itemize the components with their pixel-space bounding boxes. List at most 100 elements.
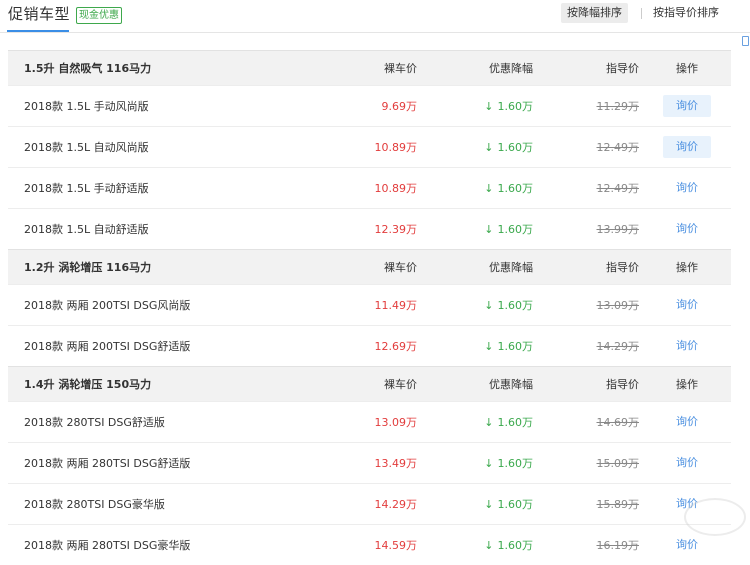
model-name: 2018款 两厢 200TSI DSG风尚版 <box>24 299 191 312</box>
guide-price: 16.19万 <box>596 539 640 552</box>
arrow-down-icon: ↓ <box>484 99 494 113</box>
inquiry-button[interactable]: 询价 <box>663 95 711 117</box>
inquiry-button[interactable]: 询价 <box>663 452 711 474</box>
page-title: 促销车型 <box>8 5 71 23</box>
sort-by-guide-price-button[interactable]: 按指导价排序 <box>647 3 725 23</box>
arrow-down-icon: ↓ <box>484 140 494 154</box>
discount-value: 1.60万 <box>497 539 534 552</box>
discount-amount: ↓ 1.60万 <box>484 402 533 442</box>
arrow-down-icon: ↓ <box>484 456 494 470</box>
bare-price: 13.09万 <box>374 416 418 429</box>
table-row: 2018款 1.5L 自动舒适版 12.39万 ↓ 1.60万 13.99万 询价 <box>8 208 731 249</box>
col-price-header: 裸车价 <box>384 378 417 391</box>
group-name: 1.4升 涡轮增压 150马力 <box>24 378 152 391</box>
table-row: 2018款 280TSI DSG舒适版 13.09万 ↓ 1.60万 14.69万 询价 <box>8 401 731 442</box>
col-action-header: 操作 <box>676 378 698 391</box>
table-row: 2018款 1.5L 自动风尚版 10.89万 ↓ 1.60万 12.49万 询价 <box>8 126 731 167</box>
bare-price: 12.39万 <box>374 223 418 236</box>
col-action-header: 操作 <box>676 261 698 274</box>
discount-amount: ↓ 1.60万 <box>484 168 533 208</box>
bare-price: 12.69万 <box>374 340 418 353</box>
group-header: 1.2升 涡轮增压 116马力 裸车价 优惠降幅 指导价 操作 <box>8 249 731 284</box>
guide-price: 12.49万 <box>596 182 640 195</box>
arrow-down-icon: ↓ <box>484 339 494 353</box>
col-guide-header: 指导价 <box>606 378 639 391</box>
model-name: 2018款 280TSI DSG舒适版 <box>24 416 165 429</box>
action-cell: 询价 <box>661 285 713 325</box>
arrow-down-icon: ↓ <box>484 415 494 429</box>
arrow-down-icon: ↓ <box>484 222 494 236</box>
col-price-header: 裸车价 <box>384 261 417 274</box>
model-name: 2018款 两厢 280TSI DSG舒适版 <box>24 457 191 470</box>
discount-amount: ↓ 1.60万 <box>484 127 533 167</box>
col-guide-header: 指导价 <box>606 261 639 274</box>
model-name: 2018款 280TSI DSG豪华版 <box>24 498 165 511</box>
inquiry-button[interactable]: 询价 <box>663 294 711 316</box>
action-cell: 询价 <box>661 402 713 442</box>
bare-price: 9.69万 <box>381 100 418 113</box>
inquiry-button[interactable]: 询价 <box>663 136 711 158</box>
inquiry-button[interactable]: 询价 <box>663 335 711 357</box>
table-row: 2018款 两厢 280TSI DSG豪华版 14.59万 ↓ 1.60万 16.19万… <box>8 524 731 565</box>
arrow-down-icon: ↓ <box>484 298 494 312</box>
action-cell: 询价 <box>661 209 713 249</box>
section-header: 促销车型 现金优惠 按降幅排序 按指导价排序 <box>0 0 750 33</box>
group-header: 1.5升 自然吸气 116马力 裸车价 优惠降幅 指导价 操作 <box>8 50 731 85</box>
col-discount-header: 优惠降幅 <box>489 62 533 75</box>
table-row: 2018款 1.5L 手动舒适版 10.89万 ↓ 1.60万 12.49万 询价 <box>8 167 731 208</box>
table-row: 2018款 两厢 200TSI DSG舒适版 12.69万 ↓ 1.60万 14.29万… <box>8 325 731 366</box>
bare-price: 14.59万 <box>374 539 418 552</box>
bare-price: 10.89万 <box>374 141 418 154</box>
promo-model-table: 1.5升 自然吸气 116马力 裸车价 优惠降幅 指导价 操作 2018款 1.5L 手动… <box>8 50 731 565</box>
bare-price: 11.49万 <box>374 299 418 312</box>
col-discount-header: 优惠降幅 <box>489 378 533 391</box>
discount-amount: ↓ 1.60万 <box>484 484 533 524</box>
col-price-header: 裸车价 <box>384 62 417 75</box>
discount-value: 1.60万 <box>497 299 534 312</box>
inquiry-button[interactable]: 询价 <box>663 534 711 556</box>
group-name: 1.5升 自然吸气 116马力 <box>24 62 152 75</box>
discount-amount: ↓ 1.60万 <box>484 209 533 249</box>
table-row: 2018款 280TSI DSG豪华版 14.29万 ↓ 1.60万 15.89万 询价 <box>8 483 731 524</box>
scrollbar-handle[interactable] <box>742 36 749 46</box>
table-row: 2018款 两厢 200TSI DSG风尚版 11.49万 ↓ 1.60万 13.09万… <box>8 284 731 325</box>
action-cell: 询价 <box>661 86 713 126</box>
inquiry-button[interactable]: 询价 <box>663 411 711 433</box>
guide-price: 15.89万 <box>596 498 640 511</box>
discount-value: 1.60万 <box>497 416 534 429</box>
discount-value: 1.60万 <box>497 498 534 511</box>
inquiry-button[interactable]: 询价 <box>663 177 711 199</box>
col-guide-header: 指导价 <box>606 62 639 75</box>
arrow-down-icon: ↓ <box>484 181 494 195</box>
guide-price: 11.29万 <box>596 100 640 113</box>
action-cell: 询价 <box>661 443 713 483</box>
table-row: 2018款 1.5L 手动风尚版 9.69万 ↓ 1.60万 11.29万 询价 <box>8 85 731 126</box>
guide-price: 14.69万 <box>596 416 640 429</box>
arrow-down-icon: ↓ <box>484 538 494 552</box>
guide-price: 15.09万 <box>596 457 640 470</box>
table-row: 2018款 两厢 280TSI DSG舒适版 13.49万 ↓ 1.60万 15.09万… <box>8 442 731 483</box>
discount-value: 1.60万 <box>497 457 534 470</box>
model-name: 2018款 两厢 200TSI DSG舒适版 <box>24 340 191 353</box>
watermark-logo <box>684 498 746 536</box>
bare-price: 10.89万 <box>374 182 418 195</box>
arrow-down-icon: ↓ <box>484 497 494 511</box>
discount-amount: ↓ 1.60万 <box>484 86 533 126</box>
guide-price: 13.09万 <box>596 299 640 312</box>
discount-value: 1.60万 <box>497 141 534 154</box>
discount-amount: ↓ 1.60万 <box>484 285 533 325</box>
col-action-header: 操作 <box>676 62 698 75</box>
discount-amount: ↓ 1.60万 <box>484 443 533 483</box>
model-name: 2018款 1.5L 自动舒适版 <box>24 223 149 236</box>
guide-price: 13.99万 <box>596 223 640 236</box>
model-name: 2018款 1.5L 手动舒适版 <box>24 182 149 195</box>
cash-discount-badge: 现金优惠 <box>76 7 122 24</box>
sort-by-discount-button[interactable]: 按降幅排序 <box>561 3 628 23</box>
bare-price: 13.49万 <box>374 457 418 470</box>
guide-price: 12.49万 <box>596 141 640 154</box>
action-cell: 询价 <box>661 127 713 167</box>
inquiry-button[interactable]: 询价 <box>663 218 711 240</box>
discount-value: 1.60万 <box>497 223 534 236</box>
col-discount-header: 优惠降幅 <box>489 261 533 274</box>
sort-divider <box>641 8 642 19</box>
